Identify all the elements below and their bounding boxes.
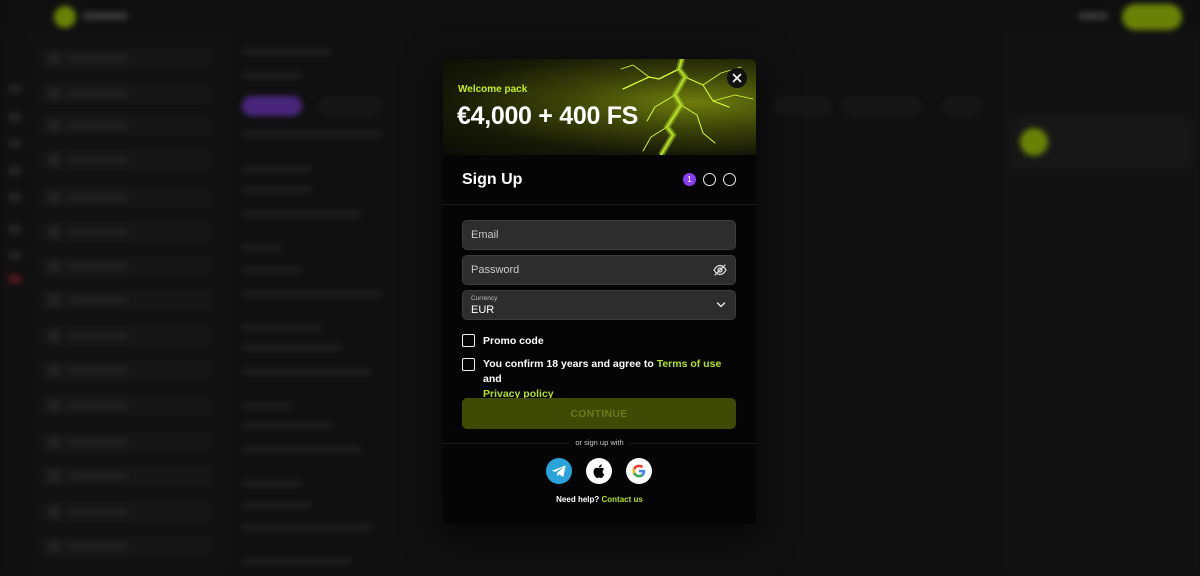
help-text: Need help? Contact us — [556, 495, 643, 504]
telegram-button[interactable] — [546, 458, 572, 484]
eye-off-icon[interactable] — [713, 264, 727, 276]
or-sign-up-label: or sign up with — [443, 438, 756, 447]
betslip-panel — [1004, 34, 1200, 576]
google-icon — [632, 464, 646, 478]
close-button[interactable] — [727, 68, 747, 88]
signup-modal: Welcome pack €4,000 + 400 FS Sign Up 1 C… — [443, 59, 756, 525]
apple-button[interactable] — [586, 458, 612, 484]
banner-kicker: Welcome pack — [458, 84, 528, 95]
promo-row: Promo code — [462, 334, 544, 349]
welcome-banner: Welcome pack €4,000 + 400 FS — [443, 59, 756, 155]
apple-icon — [593, 464, 605, 478]
close-icon — [732, 73, 742, 83]
step-1: 1 — [683, 173, 696, 186]
icon-rail — [0, 34, 30, 576]
betslip-card — [1012, 118, 1192, 168]
email-field[interactable] — [463, 221, 735, 249]
brand-logo — [54, 6, 76, 28]
top-signup-button — [1122, 4, 1182, 30]
terms-link[interactable]: Terms of use — [657, 358, 722, 370]
step-indicator: 1 — [683, 173, 736, 186]
continue-button[interactable]: CONTINUE — [462, 398, 736, 429]
email-field-wrap — [462, 220, 736, 250]
promo-checkbox[interactable] — [462, 334, 475, 347]
password-field[interactable] — [463, 256, 735, 284]
sports-sidebar — [30, 34, 232, 576]
page-title: Sign Up — [462, 171, 523, 188]
telegram-icon — [551, 465, 566, 477]
contact-us-link[interactable]: Contact us — [602, 495, 643, 504]
login-link — [1078, 12, 1108, 20]
top-bar — [0, 0, 1200, 34]
google-button[interactable] — [626, 458, 652, 484]
consent-checkbox[interactable] — [462, 358, 475, 371]
step-3 — [723, 173, 736, 186]
promo-label: Promo code — [483, 335, 544, 347]
currency-select[interactable]: Currency EUR — [462, 290, 736, 320]
consent-row: You confirm 18 years and agree to Terms … — [462, 357, 723, 402]
step-2 — [703, 173, 716, 186]
modal-header: Sign Up 1 — [443, 155, 756, 205]
password-field-wrap — [462, 255, 736, 285]
consent-text: You confirm 18 years and agree to Terms … — [483, 358, 722, 400]
chevron-down-icon — [716, 302, 726, 308]
currency-value: EUR — [471, 304, 495, 316]
currency-label: Currency — [471, 295, 498, 302]
bonus-amount: €4,000 + 400 FS — [457, 102, 639, 130]
